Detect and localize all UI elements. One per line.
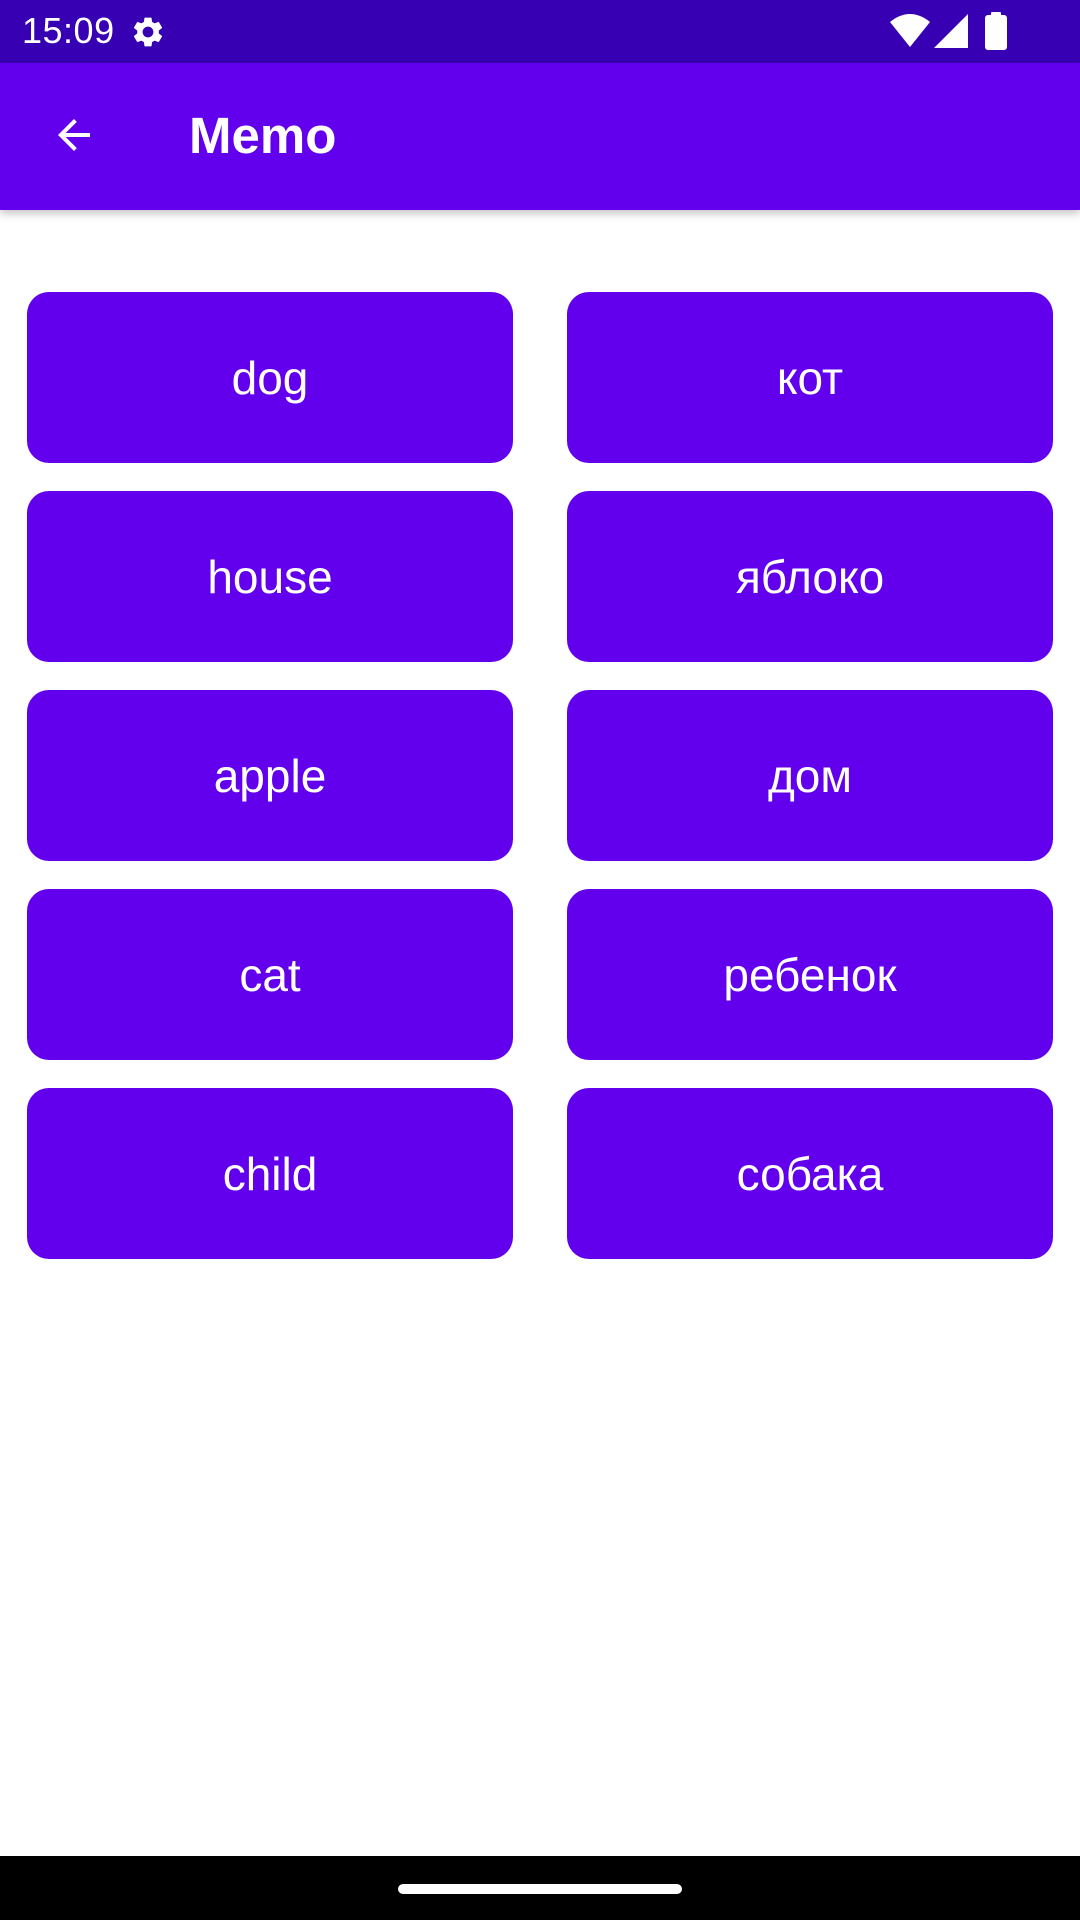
word-card-right-5[interactable]: собака: [567, 1088, 1053, 1259]
word-card-right-3[interactable]: дом: [567, 690, 1053, 861]
battery-icon: [985, 12, 1007, 50]
word-card-right-4[interactable]: ребенок: [567, 889, 1053, 1060]
back-button[interactable]: [38, 101, 110, 173]
signal-icon: [934, 14, 968, 48]
arrow-back-icon: [50, 111, 98, 164]
word-card-left-4[interactable]: cat: [27, 889, 513, 1060]
word-card-left-5[interactable]: child: [27, 1088, 513, 1259]
word-card-left-2[interactable]: house: [27, 491, 513, 662]
word-card-right-2[interactable]: яблоко: [567, 491, 1053, 662]
status-bar: 15:09: [0, 0, 1080, 63]
gear-icon: [130, 14, 166, 50]
word-card-left-3[interactable]: apple: [27, 690, 513, 861]
navigation-bar: [0, 1856, 1080, 1920]
wifi-icon: [890, 14, 930, 48]
word-card-right-1[interactable]: кот: [567, 292, 1053, 463]
word-card-left-1[interactable]: dog: [27, 292, 513, 463]
app-bar: Memo: [0, 63, 1080, 210]
home-gesture-handle[interactable]: [398, 1884, 682, 1894]
status-time: 15:09: [22, 10, 115, 51]
page-title: Memo: [189, 107, 337, 164]
